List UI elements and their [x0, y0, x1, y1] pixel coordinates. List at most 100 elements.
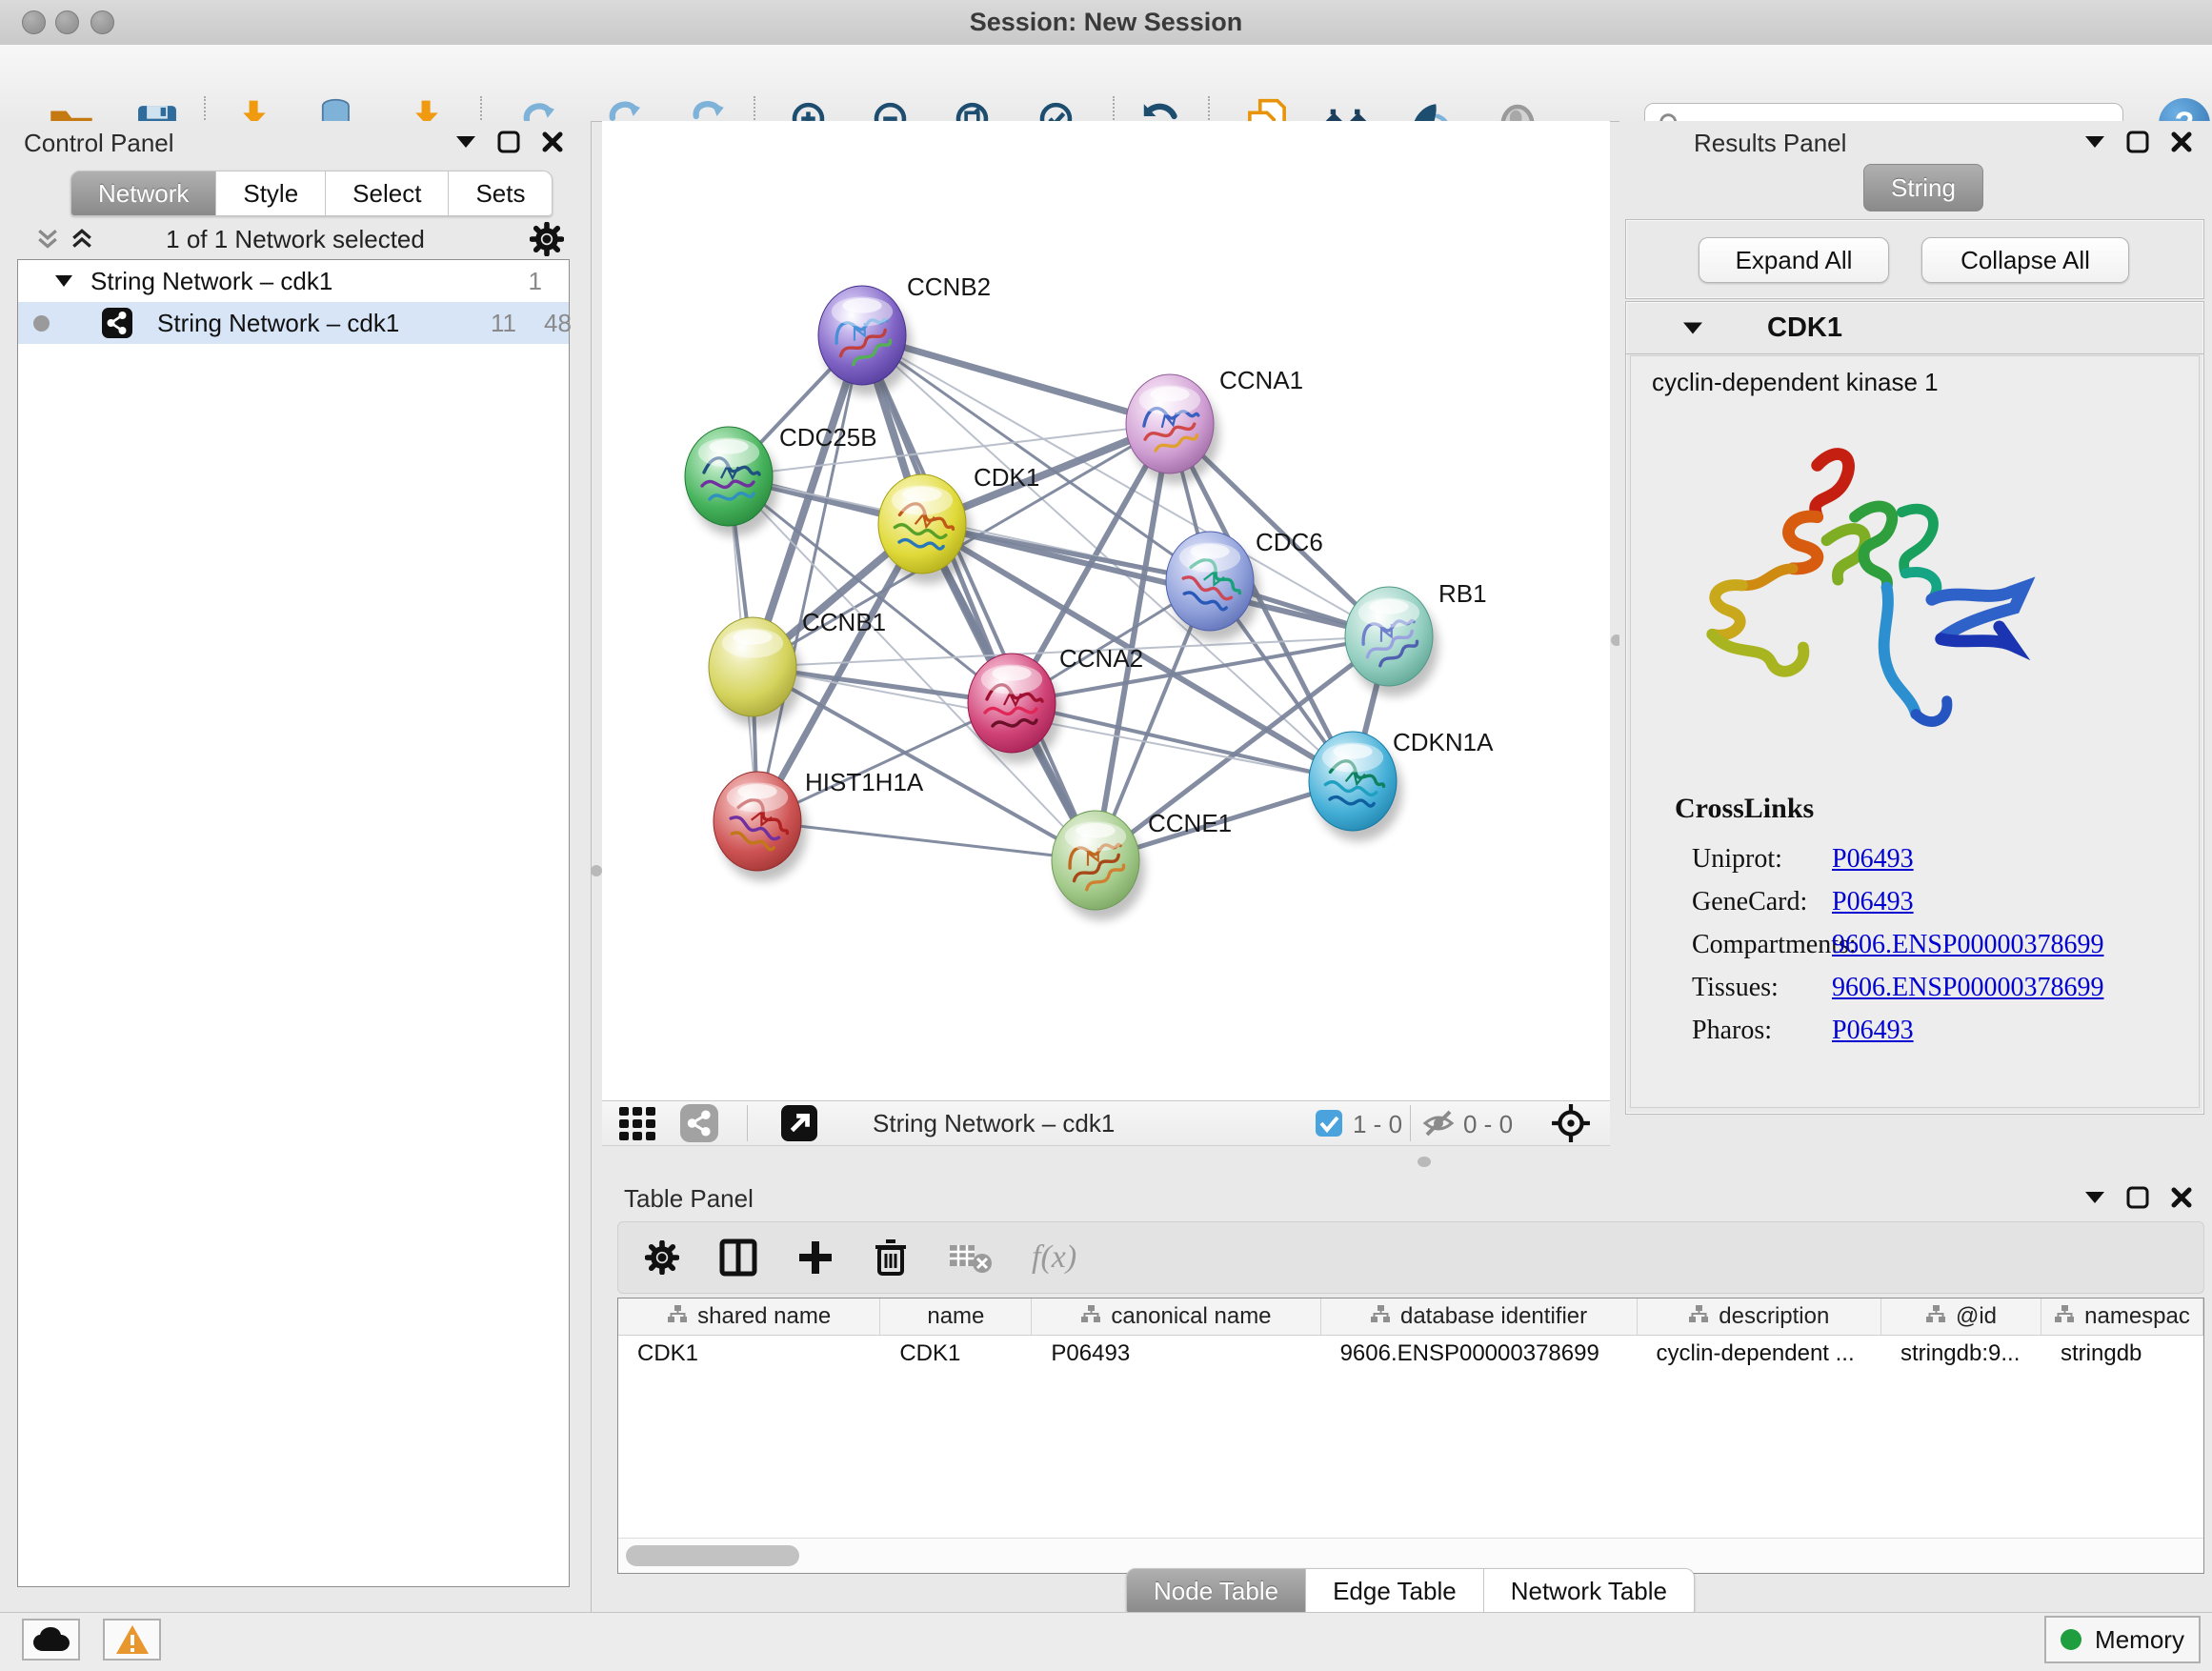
node-label: RB1 [1438, 579, 1487, 608]
scrollbar-thumb[interactable] [626, 1545, 799, 1566]
memory-button[interactable]: Memory [2044, 1616, 2201, 1663]
column-header-shared-name[interactable]: shared name [618, 1299, 880, 1335]
expand-all-icon[interactable] [70, 229, 93, 250]
entry-description: cyclin-dependent kinase 1 [1652, 368, 1939, 397]
network-tree: String Network – cdk1 1 String Network –… [17, 259, 570, 1587]
window-minimize-button[interactable] [55, 10, 79, 34]
collapse-all-button[interactable]: Collapse All [1921, 237, 2129, 283]
column-header-name[interactable]: name [880, 1299, 1032, 1335]
crosslink-row: Tissues:9606.ENSP00000378699 [1692, 966, 2103, 1009]
table-cell[interactable]: stringdb:9... [1881, 1336, 2041, 1372]
float-panel-icon[interactable] [2084, 1191, 2105, 1204]
tab-string[interactable]: String [1863, 164, 1983, 211]
gear-icon[interactable] [530, 222, 564, 256]
column-type-icon [1688, 1303, 1709, 1330]
tab-sets[interactable]: Sets [449, 171, 553, 216]
collapse-all-icon[interactable] [36, 229, 59, 250]
tab-node-table[interactable]: Node Table [1126, 1568, 1306, 1614]
maximize-panel-icon[interactable] [2126, 1186, 2149, 1209]
window-title: Session: New Session [0, 0, 2212, 45]
crosslink-label: Compartments: [1692, 930, 1832, 960]
column-type-icon [1080, 1303, 1101, 1330]
crosslink-row: GeneCard:P06493 [1692, 880, 2103, 923]
column-header-label: shared name [697, 1303, 831, 1330]
table-cell[interactable]: P06493 [1032, 1336, 1320, 1372]
table-cell[interactable]: stringdb [2041, 1336, 2203, 1372]
node-label: HIST1H1A [805, 768, 924, 796]
column-header-description[interactable]: description [1638, 1299, 1881, 1335]
column-header-label: namespac [2084, 1303, 2190, 1330]
table-cell[interactable]: CDK1 [880, 1336, 1032, 1372]
tree-expand-icon[interactable] [54, 274, 73, 288]
crosslink-link[interactable]: P06493 [1832, 844, 1914, 875]
table-cell[interactable]: cyclin-dependent ... [1638, 1336, 1881, 1372]
memory-status-icon [2061, 1629, 2081, 1650]
close-panel-icon[interactable] [2170, 1186, 2193, 1209]
control-panel-tabs: NetworkStyleSelectSets [70, 171, 553, 216]
expand-all-button[interactable]: Expand All [1699, 237, 1889, 283]
network-collection-row[interactable]: String Network – cdk1 1 [18, 260, 569, 302]
selected-checkbox-icon[interactable] [1316, 1110, 1342, 1137]
tab-edge-table[interactable]: Edge Table [1306, 1568, 1484, 1614]
network-view-footer: String Network – cdk1 1 - 0 0 - 0 [602, 1100, 1610, 1146]
network-canvas[interactable]: CCNB2CCNA1CDC25BCDK1CDC6RB1CCNB1CCNA2CDK… [602, 121, 1610, 1100]
network-row-selected[interactable]: String Network – cdk1 11 48 [18, 302, 569, 344]
entry-collapse-icon[interactable] [1682, 321, 1703, 335]
close-panel-icon[interactable] [2170, 131, 2193, 153]
footer-separator [747, 1105, 748, 1141]
crosslinks-list: Uniprot:P06493GeneCard:P06493Compartment… [1692, 837, 2103, 1052]
window-zoom-button[interactable] [90, 10, 114, 34]
table-toolbar: f(x) [617, 1221, 2204, 1294]
delete-column-icon[interactable] [874, 1238, 908, 1277]
crosslink-link[interactable]: 9606.ENSP00000378699 [1832, 973, 2103, 1003]
entry-header-row[interactable]: CDK1 [1626, 302, 2203, 354]
maximize-panel-icon[interactable] [497, 131, 520, 153]
tab-select[interactable]: Select [326, 171, 449, 216]
crosslink-row: Compartments:9606.ENSP00000378699 [1692, 923, 2103, 966]
memory-label: Memory [2095, 1625, 2184, 1655]
column-header-database-identifier[interactable]: database identifier [1321, 1299, 1638, 1335]
network-graph[interactable]: CCNB2CCNA1CDC25BCDK1CDC6RB1CCNB1CCNA2CDK… [602, 121, 1610, 1100]
birdseye-toggle-icon[interactable] [1551, 1103, 1591, 1143]
add-column-icon[interactable] [797, 1239, 834, 1276]
crosslink-label: GeneCard: [1692, 887, 1832, 917]
network-share-view-icon[interactable] [680, 1104, 718, 1142]
window-close-button[interactable] [22, 10, 46, 34]
protein-structure-image [1669, 428, 2050, 747]
grid-view-icon[interactable] [619, 1107, 657, 1141]
network-selection-row: 1 of 1 Network selected [0, 219, 591, 259]
column-type-icon [1925, 1303, 1946, 1330]
table-gear-icon[interactable] [645, 1240, 679, 1275]
crosslink-link[interactable]: P06493 [1832, 887, 1914, 917]
network-edge-count: 48 [544, 309, 572, 338]
node-table[interactable]: shared name namecanonical namedatabase id… [617, 1298, 2204, 1574]
tab-network[interactable]: Network [70, 171, 216, 216]
float-panel-icon[interactable] [2084, 135, 2105, 149]
maximize-panel-icon[interactable] [2126, 131, 2149, 153]
tab-network-table[interactable]: Network Table [1484, 1568, 1695, 1614]
cloud-icon [32, 1626, 70, 1653]
node-label: CDK1 [974, 463, 1039, 492]
open-in-window-icon[interactable] [781, 1105, 817, 1141]
vertical-splitter-handle[interactable] [591, 865, 602, 876]
node-label: CCNA1 [1219, 366, 1303, 394]
table-cell[interactable]: 9606.ENSP00000378699 [1321, 1336, 1638, 1372]
control-panel-title: Control Panel [24, 129, 174, 158]
close-panel-icon[interactable] [541, 131, 564, 153]
table-row[interactable]: CDK1CDK1P064939606.ENSP00000378699cyclin… [618, 1336, 2203, 1372]
column-header-@id[interactable]: @id [1881, 1299, 2041, 1335]
warning-icon [115, 1624, 150, 1655]
column-header-namespac[interactable]: namespac [2041, 1299, 2203, 1335]
column-header-canonical-name[interactable]: canonical name [1032, 1299, 1320, 1335]
float-panel-icon[interactable] [455, 135, 476, 149]
crosslink-link[interactable]: 9606.ENSP00000378699 [1832, 930, 2103, 960]
tab-style[interactable]: Style [216, 171, 326, 216]
crosslink-link[interactable]: P06493 [1832, 1016, 1914, 1046]
horizontal-splitter-handle[interactable] [1418, 1157, 1431, 1167]
column-type-icon [1370, 1303, 1391, 1330]
select-columns-icon[interactable] [719, 1238, 757, 1277]
warning-button[interactable] [103, 1619, 161, 1661]
table-cell[interactable]: CDK1 [618, 1336, 880, 1372]
node-label: CCNE1 [1148, 809, 1232, 837]
cloud-button[interactable] [22, 1619, 80, 1661]
